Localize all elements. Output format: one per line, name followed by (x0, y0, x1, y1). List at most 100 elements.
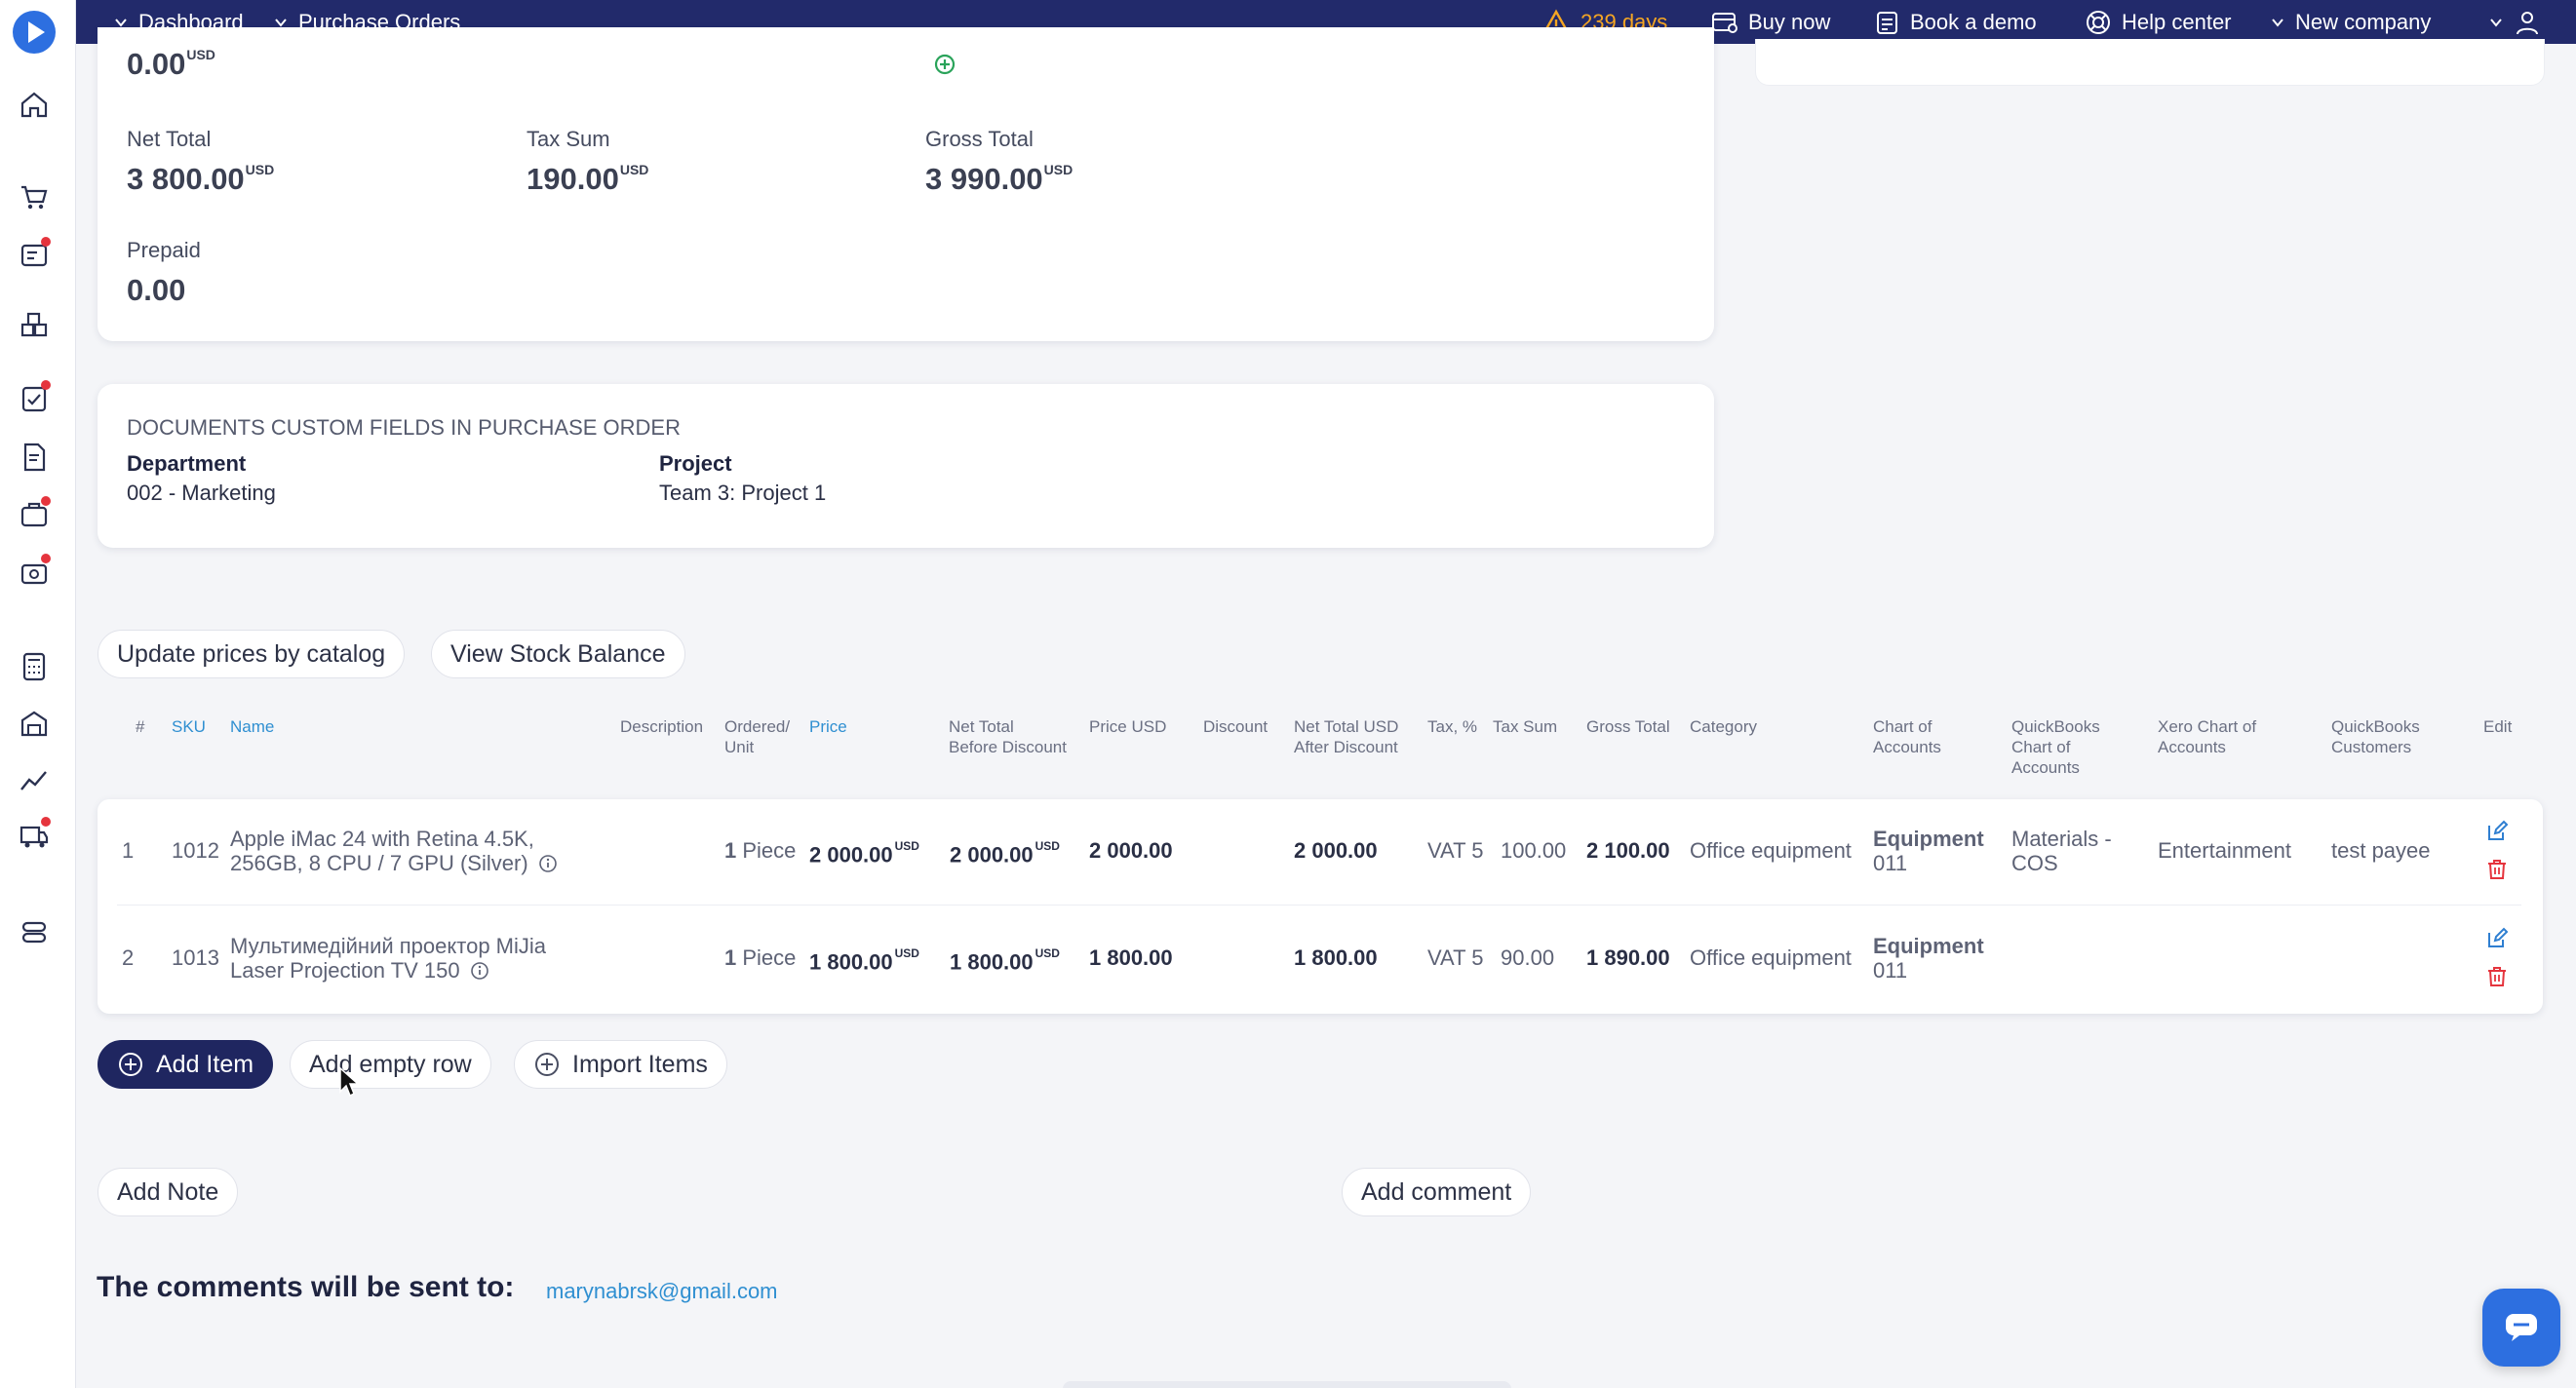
app-logo[interactable] (13, 11, 56, 54)
chevron-down-icon (2272, 18, 2283, 27)
row-name[interactable]: Apple iMac 24 with Retina 4.5K, 256GB, 8 … (230, 827, 558, 875)
sidebar (0, 0, 76, 1388)
user-menu[interactable] (2488, 0, 2541, 44)
company-selector[interactable]: New company (2270, 0, 2431, 44)
row-name[interactable]: Мультимедійний проектор MiJia Laser Proje… (230, 934, 546, 983)
book-demo-button[interactable]: Book a demo (1875, 0, 2037, 44)
chevron-down-icon (2490, 18, 2502, 27)
delivery-icon[interactable] (18, 817, 51, 852)
row-price: 2 000.00 USD (809, 838, 919, 867)
edit-pencil-icon[interactable] (2485, 820, 2509, 843)
comments-recipient-email[interactable]: marynabrsk@gmail.com (546, 1279, 778, 1304)
suppliers-icon[interactable] (18, 237, 51, 272)
add-empty-row-button[interactable]: Add empty row (290, 1040, 491, 1089)
row-chart-of-accounts: Equipment 011 (1873, 934, 1984, 983)
purchase-cart-icon[interactable] (18, 180, 51, 213)
account-name: Equipment (1873, 827, 1984, 851)
row-tax-rate: VAT 5 (1427, 945, 1484, 970)
inventory-icon[interactable] (18, 310, 51, 343)
name-line: 256GB, 8 CPU / 7 GPU (Silver) (230, 851, 528, 875)
col-tax-sum: Tax Sum (1493, 717, 1558, 736)
row-net-before-discount: 1 800.00 USD (950, 945, 1060, 974)
header-line: Xero Chart of (2158, 717, 2257, 736)
row-number: 1 (122, 838, 135, 863)
tax-sum-value: 190.00USD (527, 162, 648, 197)
row-net-after-discount: 2 000.00 (1294, 838, 1378, 863)
analytics-icon[interactable] (18, 763, 51, 796)
notification-dot (41, 496, 51, 506)
unit-value: Piece (742, 838, 797, 863)
add-item-button[interactable]: Add Item (98, 1040, 274, 1089)
col-description: Description (620, 717, 704, 736)
buy-now-button[interactable]: Buy now (1711, 0, 1830, 44)
row-tax-sum: 100.00 (1501, 838, 1567, 863)
col-quickbooks-coa: QuickBooks Chart of Accounts (2011, 716, 2100, 778)
quantity-value: 1 (724, 838, 737, 863)
side-panel (1755, 39, 2545, 86)
chat-bubble-icon (2506, 1314, 2537, 1341)
col-gross-total: Gross Total (1586, 717, 1670, 736)
info-icon[interactable] (470, 961, 489, 981)
home-icon[interactable] (18, 88, 51, 121)
totals-card: 0.00USD Net Total 3 800.00USD Tax Sum 19… (98, 27, 1714, 341)
currency-label: USD (186, 46, 215, 62)
update-prices-button[interactable]: Update prices by catalog (98, 630, 406, 678)
documents-icon[interactable] (18, 441, 51, 474)
row-category: Office equipment (1690, 945, 1852, 970)
header-line: Unit (724, 738, 755, 756)
row-quantity: 1 Piece (724, 945, 796, 970)
sales-icon[interactable] (18, 496, 51, 531)
department-value: 002 - Marketing (127, 481, 276, 505)
col-xero-coa: Xero Chart of Accounts (2158, 716, 2256, 757)
col-price[interactable]: Price (809, 716, 847, 737)
warehouse-icon[interactable] (18, 707, 51, 740)
col-name[interactable]: Name (230, 716, 274, 737)
tax-sum-label: Tax Sum (527, 127, 610, 151)
chat-widget-button[interactable] (2482, 1289, 2560, 1367)
row-price: 1 800.00 USD (809, 945, 919, 974)
row-chart-of-accounts: Equipment 011 (1873, 827, 1984, 875)
net-total-amount: 3 800.00 (127, 162, 245, 196)
book-demo-label: Book a demo (1910, 9, 2037, 34)
account-name: Equipment (1873, 934, 1984, 958)
database-icon[interactable] (18, 915, 51, 948)
calendar-icon (1877, 11, 1897, 34)
row-net-before-discount: 2 000.00 USD (950, 838, 1060, 867)
currency-label: USD (619, 161, 649, 177)
col-edit: Edit (2483, 717, 2513, 736)
orders-icon[interactable] (18, 554, 51, 589)
tasks-icon[interactable] (18, 380, 51, 415)
info-icon[interactable] (538, 854, 558, 873)
notification-dot (41, 237, 51, 247)
edit-pencil-icon[interactable] (2485, 927, 2509, 950)
add-circle-icon[interactable] (934, 54, 956, 75)
price-value: 2 000.00 (809, 842, 893, 868)
quantity-value: 1 (724, 945, 737, 970)
calculator-icon[interactable] (18, 650, 51, 683)
add-comment-button[interactable]: Add comment (1342, 1168, 1532, 1216)
gross-total-value: 3 990.00USD (925, 162, 1073, 197)
trash-icon[interactable] (2485, 965, 2509, 988)
col-sku[interactable]: SKU (172, 716, 206, 737)
partial-total-amount: 0.00 (127, 47, 186, 81)
mouse-cursor-icon (339, 1066, 360, 1098)
import-items-button[interactable]: Import Items (514, 1040, 727, 1089)
header-line: Accounts (2158, 738, 2226, 756)
currency-label: USD (245, 161, 275, 177)
add-item-label: Add Item (156, 1050, 254, 1078)
bottom-scroll-indicator (1063, 1381, 1511, 1388)
name-line: Apple iMac 24 with Retina 4.5K, (230, 827, 534, 851)
department-label: Department (127, 451, 247, 476)
help-center-label: Help center (2122, 9, 2232, 34)
currency-label: USD (1034, 839, 1060, 853)
header-line: Customers (2331, 738, 2412, 756)
trash-icon[interactable] (2485, 858, 2509, 881)
price-value: 1 800.00 (809, 949, 893, 975)
help-center-button[interactable]: Help center (2085, 0, 2232, 44)
row-sku: 1012 (172, 838, 219, 863)
add-note-button[interactable]: Add Note (98, 1168, 239, 1216)
account-code: 011 (1873, 958, 1908, 983)
header-line: Net Total USD (1294, 717, 1399, 736)
header-line: After Discount (1294, 738, 1398, 756)
view-stock-balance-button[interactable]: View Stock Balance (431, 630, 685, 678)
